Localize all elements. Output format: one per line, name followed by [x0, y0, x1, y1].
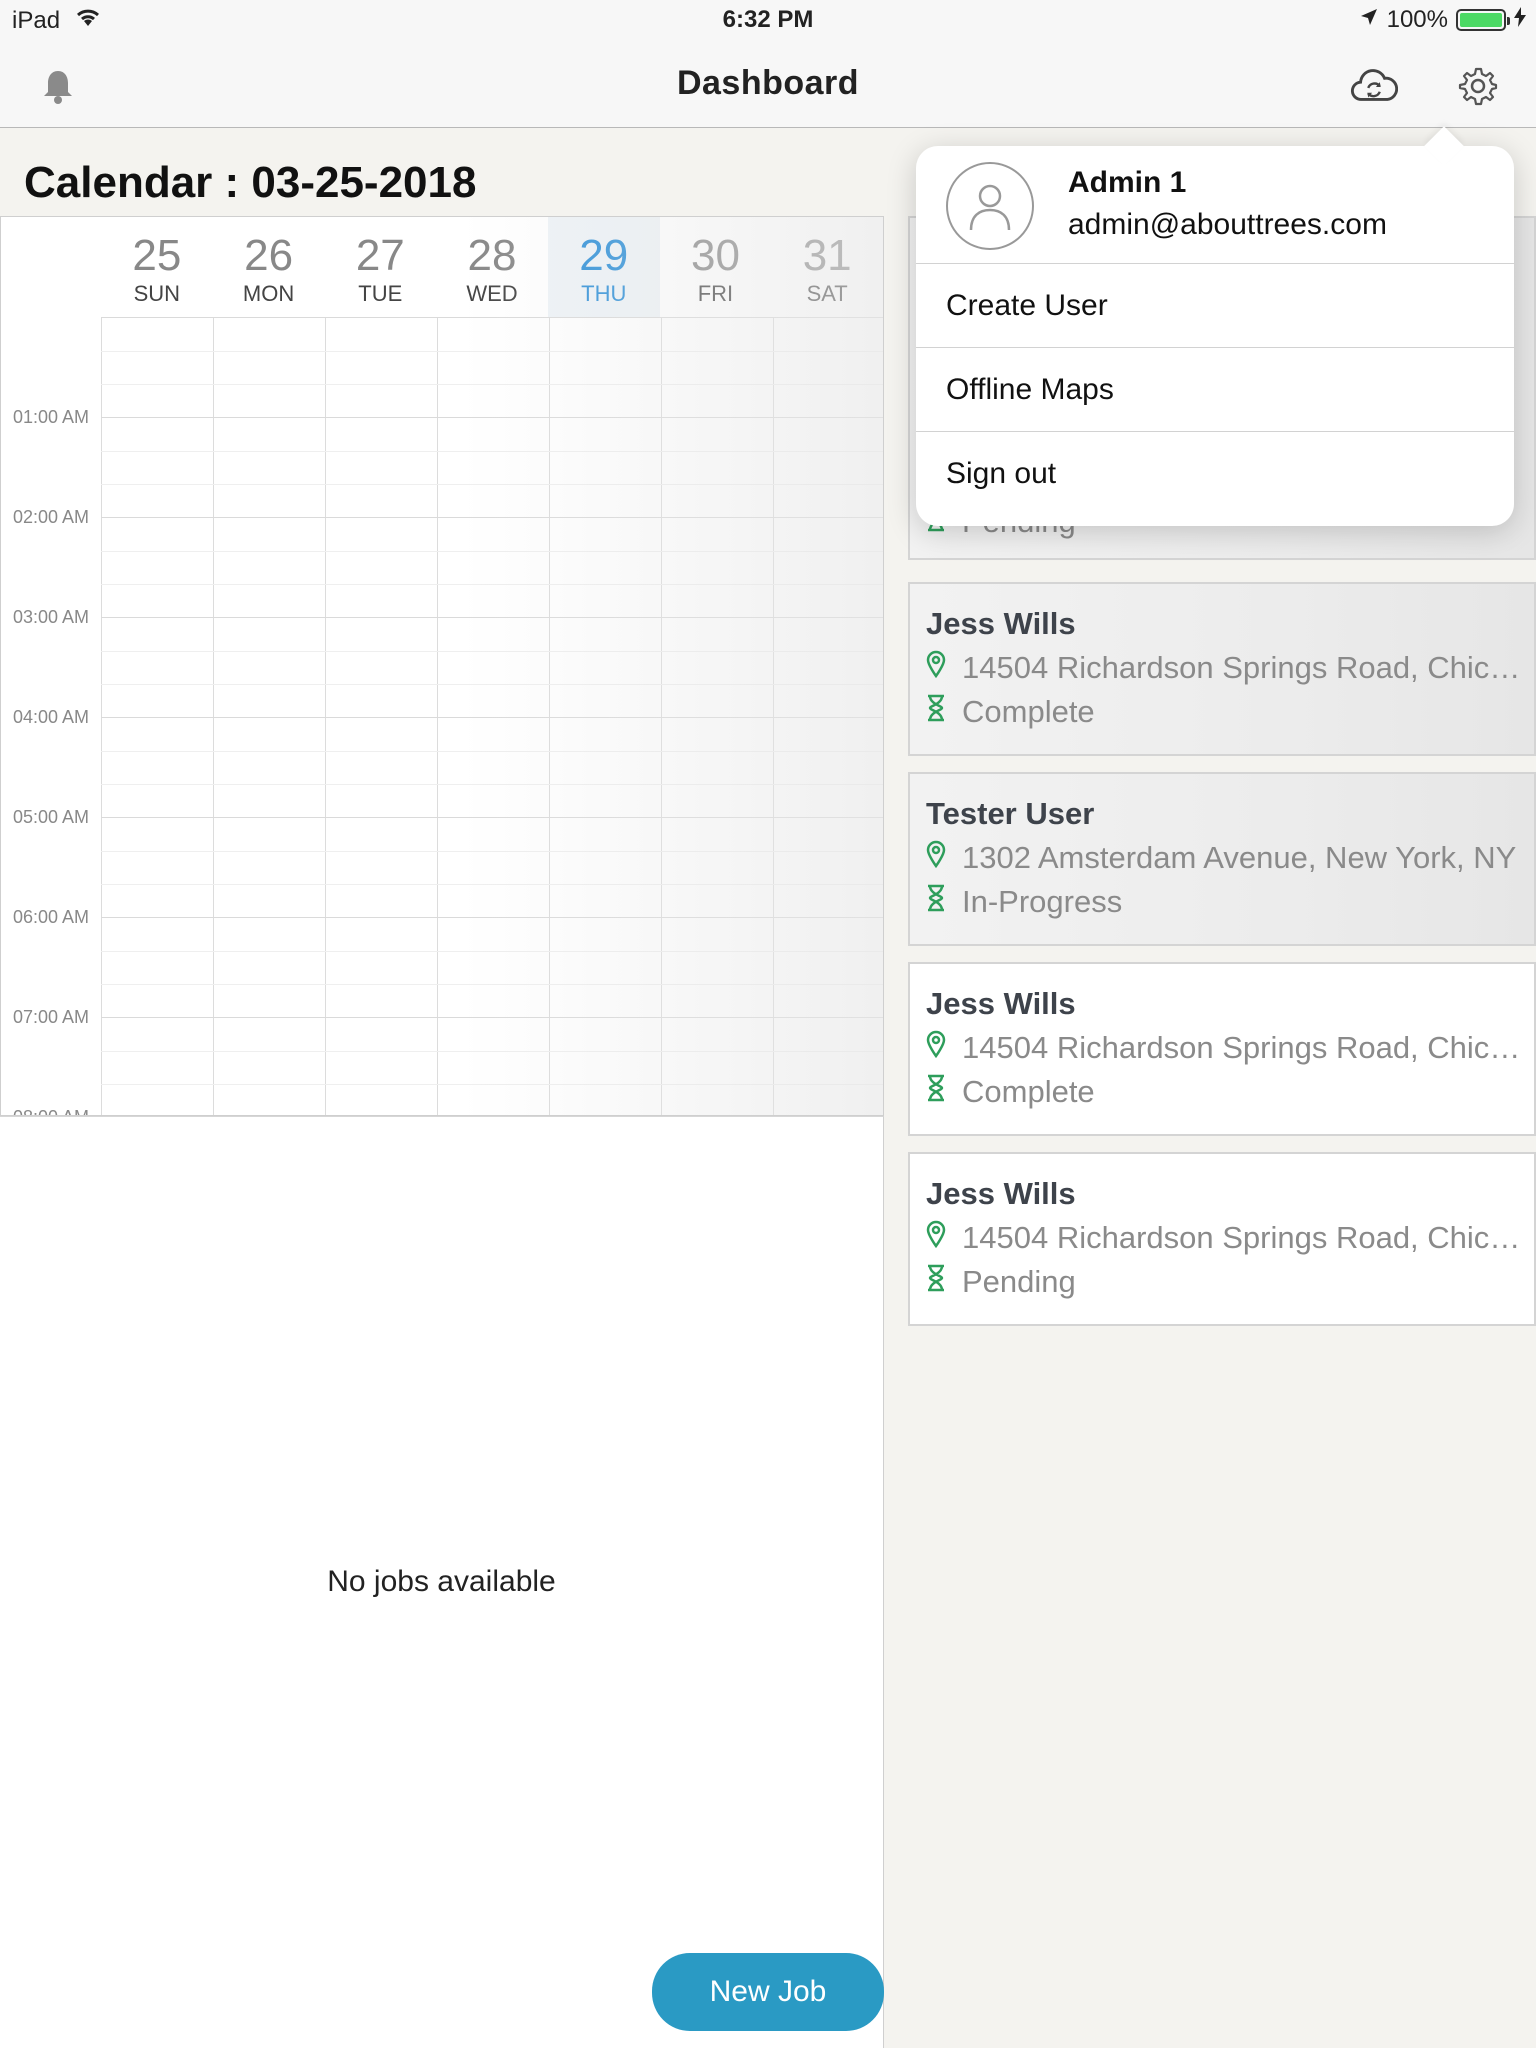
day-mon[interactable]: 26 MON	[213, 217, 325, 317]
day-fri[interactable]: 30 FRI	[660, 217, 772, 317]
job-status: Complete	[962, 1074, 1095, 1109]
day-number: 26	[244, 231, 294, 280]
day-number: 29	[579, 231, 629, 280]
hour-row	[101, 617, 883, 717]
job-card[interactable]: Jess Wills 14504 Richardson Springs Road…	[908, 962, 1536, 1136]
job-address-row: 14504 Richardson Springs Road, Chico, CA	[926, 1030, 1522, 1066]
menu-item-offline-maps[interactable]: Offline Maps	[916, 348, 1514, 432]
jobs-pane: No jobs available New Job	[0, 1116, 884, 2048]
user-email: admin@abouttrees.com	[1068, 208, 1387, 241]
day-sun[interactable]: 25 SUN	[101, 217, 213, 317]
menu-item-create-user[interactable]: Create User	[916, 264, 1514, 348]
day-thu[interactable]: 29 THU	[547, 217, 660, 317]
job-status-row: Complete	[926, 694, 1522, 730]
user-profile: Admin 1 admin@abouttrees.com	[916, 146, 1514, 264]
hour-row	[101, 917, 883, 1017]
hour-label: 01:00 AM	[13, 407, 90, 427]
nav-bar: Dashboard	[0, 40, 1536, 128]
hour-label: 06:00 AM	[13, 907, 90, 927]
day-number: 25	[132, 231, 182, 280]
status-right: 100%	[1359, 6, 1526, 34]
day-sat[interactable]: 31 SAT	[771, 217, 883, 317]
avatar-icon	[946, 162, 1034, 250]
hourglass-icon	[926, 884, 946, 920]
day-label: THU	[581, 281, 627, 306]
status-time: 6:32 PM	[722, 6, 814, 33]
week-calendar: 25 SUN 26 MON 27 TUE 28 WED 29 THU 30 FRI 31 SA…	[0, 216, 884, 1116]
settings-popover: Admin 1 admin@abouttrees.com Create User…	[916, 126, 1514, 526]
job-client-name: Tester User	[926, 796, 1095, 831]
page-title: Dashboard	[676, 64, 860, 102]
job-status-row: In-Progress	[926, 884, 1522, 920]
battery-icon	[1456, 9, 1510, 31]
job-status-row: Complete	[926, 1074, 1522, 1110]
day-number: 30	[690, 231, 740, 280]
hour-row	[101, 417, 883, 517]
day-label: SAT	[806, 281, 848, 306]
gear-icon[interactable]	[1454, 62, 1502, 110]
charging-bolt-icon	[1514, 6, 1526, 34]
job-card[interactable]: Jess Wills 14504 Richardson Springs Road…	[908, 582, 1536, 756]
hour-label: 03:00 AM	[13, 607, 90, 627]
job-status: In-Progress	[962, 884, 1123, 919]
week-header: 25 SUN 26 MON 27 TUE 28 WED 29 THU 30 FRI 31 SA…	[101, 217, 883, 317]
hour-row	[101, 717, 883, 817]
hour-label: 07:00 AM	[13, 1007, 90, 1027]
day-number: 28	[467, 231, 517, 280]
job-status: Complete	[962, 694, 1095, 729]
job-address-row: 14504 Richardson Springs Road, Chico, CA	[926, 1220, 1522, 1256]
day-label: SUN	[133, 281, 181, 306]
day-label: TUE	[358, 281, 403, 306]
battery-percent: 100%	[1386, 6, 1448, 33]
day-label: FRI	[697, 281, 734, 306]
hour-label: 05:00 AM	[13, 807, 90, 827]
day-label: WED	[466, 281, 518, 306]
day-label: MON	[242, 281, 295, 306]
hour-label: 08:00 AM	[13, 1107, 89, 1115]
hour-label: 02:00 AM	[13, 507, 90, 527]
job-address: 14504 Richardson Springs Road, Chico, CA	[962, 1220, 1522, 1255]
hour-row	[101, 317, 883, 417]
status-bar: iPad 6:32 PM 100%	[0, 0, 1536, 40]
empty-state-text: No jobs available	[327, 1565, 556, 1598]
day-number: 27	[355, 231, 405, 280]
job-card[interactable]: Tester User 1302 Amsterdam Avenue, New Y…	[908, 772, 1536, 946]
hourglass-icon	[926, 1264, 946, 1300]
calendar-title: Calendar : 03-25-2018	[24, 158, 477, 207]
new-job-button[interactable]: New Job	[652, 1953, 884, 2031]
cloud-sync-icon[interactable]	[1350, 62, 1398, 110]
job-address: 1302 Amsterdam Avenue, New York, NY	[962, 840, 1517, 875]
job-address: 14504 Richardson Springs Road, Chico, CA	[962, 1030, 1522, 1065]
job-address-row: 1302 Amsterdam Avenue, New York, NY	[926, 840, 1522, 876]
location-arrow-icon	[1359, 6, 1379, 34]
map-pin-icon	[926, 1030, 946, 1066]
hour-label: 04:00 AM	[13, 707, 90, 727]
job-status-row: Pending	[926, 1264, 1522, 1300]
job-client-name: Jess Wills	[926, 606, 1076, 641]
day-tue[interactable]: 27 TUE	[324, 217, 436, 317]
hour-row	[101, 817, 883, 917]
day-number: 31	[802, 231, 852, 280]
hour-row	[101, 1017, 883, 1115]
hourglass-icon	[926, 1074, 946, 1110]
job-address: 14504 Richardson Springs Road, Chico, CA	[962, 650, 1522, 685]
menu-item-sign-out[interactable]: Sign out	[916, 432, 1514, 516]
map-pin-icon	[926, 1220, 946, 1256]
user-name: Admin 1	[1068, 166, 1187, 199]
job-status: Pending	[962, 1264, 1076, 1299]
hour-row	[101, 517, 883, 617]
job-card[interactable]: Jess Wills 14504 Richardson Springs Road…	[908, 1152, 1536, 1326]
calendar-grid[interactable]: 01:00 AM 02:00 AM 03:00 AM 04:00 AM 05:0…	[1, 317, 883, 1115]
hourglass-icon	[926, 694, 946, 730]
job-client-name: Jess Wills	[926, 986, 1076, 1021]
job-client-name: Jess Wills	[926, 1176, 1076, 1211]
day-wed[interactable]: 28 WED	[436, 217, 548, 317]
map-pin-icon	[926, 650, 946, 686]
map-pin-icon	[926, 840, 946, 876]
job-address-row: 14504 Richardson Springs Road, Chico, CA	[926, 650, 1522, 686]
